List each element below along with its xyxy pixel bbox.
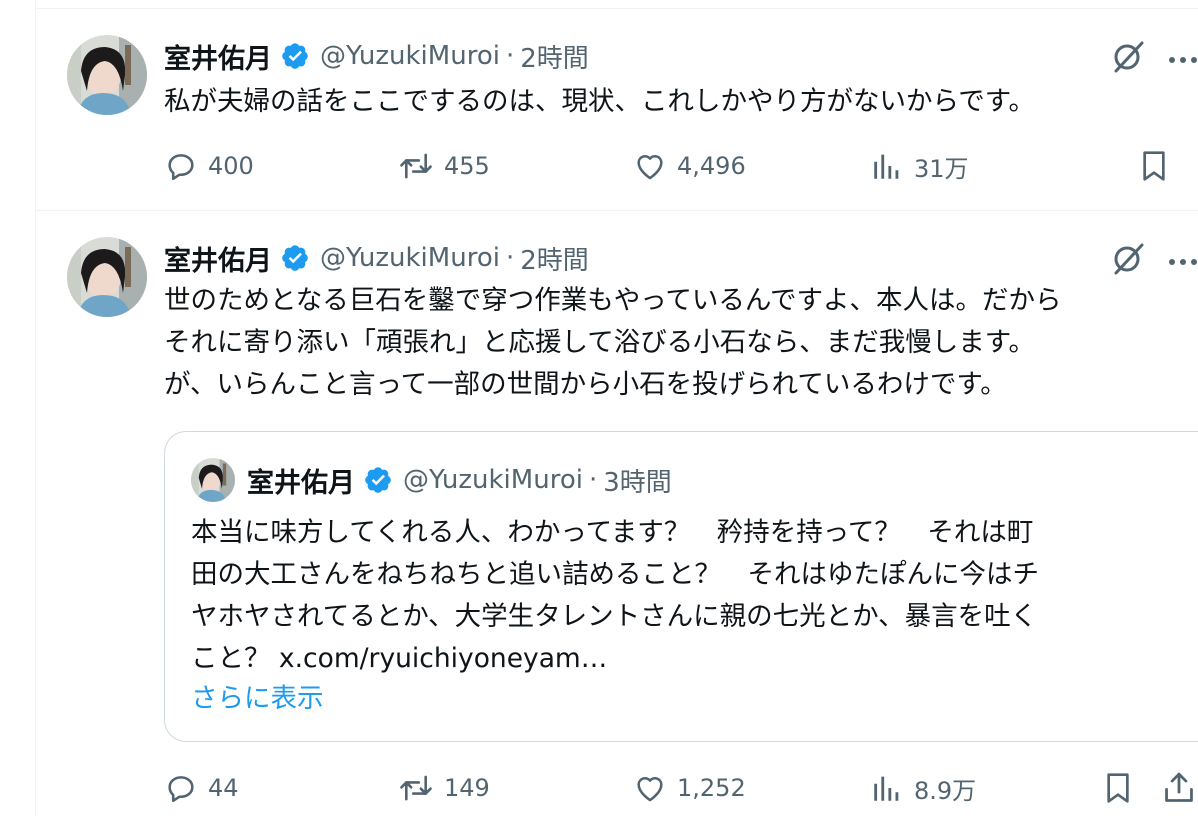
speech-bubble-icon: [168, 154, 194, 181]
reply-button[interactable]: 400: [164, 146, 254, 186]
quoted-tweet-card[interactable]: 室井佑月 @YuzukiMuroi · 3時間 本当に味方してくれる人、わかって…: [164, 431, 1198, 742]
bookmark-icon: [1107, 773, 1129, 803]
verified-badge-icon: [280, 243, 310, 273]
retweet-button[interactable]: 149: [398, 768, 490, 808]
reply-count: 44: [208, 774, 239, 802]
bar-chart-icon: [874, 776, 899, 801]
tweet-actions: 44 149 1,252 8.9万: [164, 768, 1198, 808]
quoted-avatar: [191, 458, 235, 502]
tweet-text-line: 私が夫婦の話をここでするのは、現状、これしかやり方がないからです。: [164, 86, 1036, 117]
bookmark-button[interactable]: [1138, 146, 1170, 186]
heart-icon: [637, 154, 663, 180]
like-button[interactable]: 1,252: [633, 768, 746, 808]
views-button[interactable]: 8.9万: [870, 768, 976, 808]
author-name[interactable]: 室井佑月: [164, 37, 272, 76]
retweet-button[interactable]: 455: [398, 146, 490, 186]
grok-icon[interactable]: [1110, 38, 1146, 74]
separator-dot: ·: [505, 243, 515, 273]
avatar[interactable]: [67, 237, 147, 317]
speech-bubble-icon: [168, 776, 194, 803]
like-count: 4,496: [677, 152, 746, 180]
retweet-arrows-icon: [400, 153, 432, 179]
retweet-count: 149: [444, 774, 490, 802]
tweet-text: 私が夫婦の話をここでするのは、現状、これしかやり方がないからです。: [164, 81, 1035, 123]
bookmark-icon: [1143, 151, 1165, 181]
quoted-timestamp: 3時間: [603, 467, 672, 498]
quoted-text-line: ヤホヤされてるとか、大学生タレントさんに親の七光とか、暴言を吐く: [191, 601, 1038, 632]
retweet-arrows-icon: [400, 775, 432, 801]
like-button[interactable]: 4,496: [633, 146, 746, 186]
tweet-text-line: それに寄り添い「頑張れ」と応援して浴びる小石なら、まだ我慢します。: [164, 327, 1036, 358]
separator-dot: ·: [505, 41, 515, 71]
separator-dot: ·: [588, 465, 598, 495]
quoted-author-name: 室井佑月: [247, 467, 355, 499]
avatar[interactable]: [67, 35, 147, 115]
tweet-text: 世のためとなる巨石を鑿で穿つ作業もやっているんですよ、本人は。だから それに寄り…: [164, 280, 1062, 406]
views-button[interactable]: 31万: [870, 146, 969, 186]
tweet-text-line: 世のためとなる巨石を鑿で穿つ作業もやっているんですよ、本人は。だから: [164, 285, 1062, 316]
quoted-tweet-text: 本当に味方してくれる人、わかってます？ 矜持を持って？ それは町 田の大工さんを…: [191, 512, 1039, 680]
views-count: 8.9万: [914, 776, 977, 805]
heart-icon: [637, 776, 663, 802]
like-count: 1,252: [677, 774, 746, 802]
author-handle[interactable]: @YuzukiMuroi: [320, 243, 500, 273]
verified-badge-icon: [280, 41, 310, 71]
author-handle[interactable]: @YuzukiMuroi: [320, 41, 500, 71]
quoted-text-line: 本当に味方してくれる人、わかってます？ 矜持を持って？ それは町: [191, 517, 1034, 548]
more-dots-icon[interactable]: [1168, 50, 1198, 63]
tweet-1[interactable]: 室井佑月 @YuzukiMuroi · 2時間 私が夫婦の話をここでするのは、現…: [36, 0, 1198, 210]
author-name[interactable]: 室井佑月: [164, 239, 272, 278]
quoted-author-handle: @YuzukiMuroi: [403, 465, 583, 495]
grok-icon[interactable]: [1110, 240, 1146, 276]
share-upload-icon: [1165, 772, 1193, 802]
tweet-actions: 400 455 4,496 31万: [164, 146, 1198, 186]
bar-chart-icon: [874, 154, 899, 179]
tweet-header: 室井佑月 @YuzukiMuroi · 2時間: [164, 36, 589, 76]
reply-count: 400: [208, 152, 254, 180]
verified-badge-icon: [363, 465, 393, 495]
timestamp[interactable]: 2時間: [520, 38, 589, 75]
quoted-tweet-header: 室井佑月 @YuzukiMuroi · 3時間: [191, 458, 672, 502]
reply-button[interactable]: 44: [164, 768, 239, 808]
quoted-text-line: 田の大工さんをねちねちと追い詰めること？ それはゆたぽんに今はチ: [191, 559, 1039, 590]
retweet-count: 455: [444, 152, 490, 180]
timestamp[interactable]: 2時間: [520, 240, 589, 277]
share-button[interactable]: [1162, 768, 1196, 808]
quoted-text-line: こと？ x.com/ryuichiyoneyam…: [191, 643, 608, 674]
views-count: 31万: [914, 154, 969, 183]
tweet-header: 室井佑月 @YuzukiMuroi · 2時間: [164, 238, 589, 278]
show-more-link[interactable]: さらに表示: [191, 678, 324, 720]
more-dots-icon[interactable]: [1168, 252, 1198, 265]
tweet-text-line: が、いらんこと言って一部の世間から小石を投げられているわけです。: [164, 369, 1007, 400]
bookmark-button[interactable]: [1102, 768, 1134, 808]
